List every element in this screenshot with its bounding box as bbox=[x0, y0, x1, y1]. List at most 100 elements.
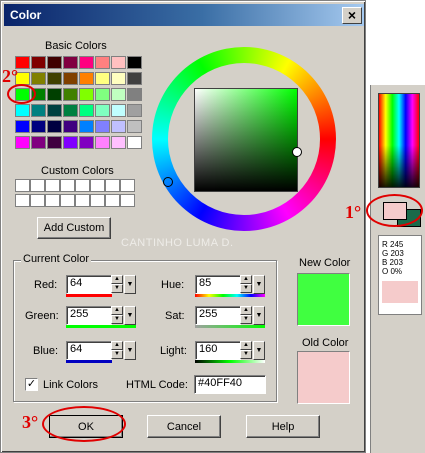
basic-color-swatch[interactable] bbox=[111, 136, 126, 149]
basic-color-swatch[interactable] bbox=[111, 120, 126, 133]
basic-color-swatch[interactable] bbox=[47, 56, 62, 69]
custom-color-slot[interactable] bbox=[15, 179, 30, 192]
red-field[interactable]: 64 bbox=[66, 275, 112, 294]
basic-color-swatch[interactable] bbox=[79, 56, 94, 69]
basic-color-swatch[interactable] bbox=[15, 120, 30, 133]
cancel-button[interactable]: Cancel bbox=[147, 415, 221, 438]
custom-color-slot[interactable] bbox=[45, 179, 60, 192]
custom-color-slot[interactable] bbox=[90, 179, 105, 192]
basic-color-swatch[interactable] bbox=[95, 120, 110, 133]
sat-field[interactable]: 255 bbox=[195, 306, 241, 325]
hue-field[interactable]: 85 bbox=[195, 275, 241, 294]
title-bar[interactable]: Color × bbox=[4, 4, 364, 26]
custom-color-slot[interactable] bbox=[15, 194, 30, 207]
basic-color-swatch[interactable] bbox=[111, 88, 126, 101]
basic-color-swatch[interactable] bbox=[63, 136, 78, 149]
spin-up-icon[interactable]: ▲ bbox=[111, 341, 123, 350]
hue-spinner[interactable]: ▲ ▼ bbox=[240, 275, 252, 294]
basic-color-swatch[interactable] bbox=[79, 72, 94, 85]
basic-color-swatch[interactable] bbox=[31, 136, 46, 149]
basic-color-swatch[interactable] bbox=[127, 104, 142, 117]
basic-color-swatch[interactable] bbox=[127, 72, 142, 85]
custom-color-slot[interactable] bbox=[30, 194, 45, 207]
green-dropdown[interactable]: ▼ bbox=[124, 306, 136, 325]
red-dropdown[interactable]: ▼ bbox=[124, 275, 136, 294]
basic-color-swatch[interactable] bbox=[95, 104, 110, 117]
add-custom-button[interactable]: Add Custom bbox=[37, 217, 111, 239]
basic-color-swatch[interactable] bbox=[63, 56, 78, 69]
green-spinner[interactable]: ▲ ▼ bbox=[111, 306, 123, 325]
basic-color-swatch[interactable] bbox=[95, 136, 110, 149]
basic-color-swatch[interactable] bbox=[47, 88, 62, 101]
custom-color-slot[interactable] bbox=[30, 179, 45, 192]
blue-field[interactable]: 64 bbox=[66, 341, 112, 360]
spin-down-icon[interactable]: ▼ bbox=[240, 284, 252, 293]
basic-color-swatch[interactable] bbox=[111, 104, 126, 117]
blue-dropdown[interactable]: ▼ bbox=[124, 341, 136, 360]
basic-color-swatch[interactable] bbox=[47, 72, 62, 85]
red-spinner[interactable]: ▲ ▼ bbox=[111, 275, 123, 294]
sat-dropdown[interactable]: ▼ bbox=[253, 306, 265, 325]
light-field[interactable]: 160 bbox=[195, 341, 241, 360]
basic-color-swatch[interactable] bbox=[111, 56, 126, 69]
html-code-field[interactable]: #40FF40 bbox=[194, 375, 266, 394]
basic-color-swatch[interactable] bbox=[79, 120, 94, 133]
spin-down-icon[interactable]: ▼ bbox=[111, 315, 123, 324]
basic-color-swatch[interactable] bbox=[95, 56, 110, 69]
spin-up-icon[interactable]: ▲ bbox=[240, 306, 252, 315]
basic-color-swatch[interactable] bbox=[111, 72, 126, 85]
basic-color-swatch[interactable] bbox=[31, 56, 46, 69]
spin-up-icon[interactable]: ▲ bbox=[240, 275, 252, 284]
custom-color-slot[interactable] bbox=[45, 194, 60, 207]
basic-color-swatch[interactable] bbox=[15, 136, 30, 149]
blue-spinner[interactable]: ▲ ▼ bbox=[111, 341, 123, 360]
basic-color-swatch[interactable] bbox=[79, 104, 94, 117]
spin-down-icon[interactable]: ▼ bbox=[111, 284, 123, 293]
basic-color-swatch[interactable] bbox=[31, 72, 46, 85]
custom-color-slot[interactable] bbox=[60, 179, 75, 192]
basic-color-swatch[interactable] bbox=[63, 88, 78, 101]
spin-up-icon[interactable]: ▲ bbox=[111, 275, 123, 284]
custom-color-slot[interactable] bbox=[120, 194, 135, 207]
custom-color-slot[interactable] bbox=[120, 179, 135, 192]
green-field[interactable]: 255 bbox=[66, 306, 112, 325]
basic-color-swatch[interactable] bbox=[63, 120, 78, 133]
link-colors-checkbox[interactable]: ✓ bbox=[25, 378, 38, 391]
spin-down-icon[interactable]: ▼ bbox=[111, 350, 123, 359]
light-spinner[interactable]: ▲ ▼ bbox=[240, 341, 252, 360]
saturation-light-square[interactable] bbox=[194, 88, 298, 192]
custom-color-slot[interactable] bbox=[105, 194, 120, 207]
basic-color-swatch[interactable] bbox=[15, 104, 30, 117]
basic-color-swatch[interactable] bbox=[63, 104, 78, 117]
sat-spinner[interactable]: ▲ ▼ bbox=[240, 306, 252, 325]
help-button[interactable]: Help bbox=[246, 415, 320, 438]
custom-color-slot[interactable] bbox=[60, 194, 75, 207]
light-dropdown[interactable]: ▼ bbox=[253, 341, 265, 360]
basic-color-swatch[interactable] bbox=[79, 136, 94, 149]
hue-marker[interactable] bbox=[163, 177, 173, 187]
custom-color-slot[interactable] bbox=[90, 194, 105, 207]
custom-color-slot[interactable] bbox=[75, 179, 90, 192]
basic-color-swatch[interactable] bbox=[47, 120, 62, 133]
spin-up-icon[interactable]: ▲ bbox=[240, 341, 252, 350]
custom-color-slot[interactable] bbox=[75, 194, 90, 207]
basic-color-swatch[interactable] bbox=[95, 72, 110, 85]
basic-color-swatch[interactable] bbox=[31, 104, 46, 117]
hue-dropdown[interactable]: ▼ bbox=[253, 275, 265, 294]
basic-color-swatch[interactable] bbox=[47, 136, 62, 149]
basic-color-swatch[interactable] bbox=[31, 120, 46, 133]
side-spectrum[interactable] bbox=[378, 93, 420, 188]
custom-color-slot[interactable] bbox=[105, 179, 120, 192]
close-button[interactable]: × bbox=[342, 7, 362, 24]
sat-light-marker[interactable] bbox=[292, 147, 302, 157]
spin-down-icon[interactable]: ▼ bbox=[240, 350, 252, 359]
basic-color-swatch[interactable] bbox=[127, 56, 142, 69]
basic-color-swatch[interactable] bbox=[95, 88, 110, 101]
basic-color-swatch[interactable] bbox=[63, 72, 78, 85]
spin-up-icon[interactable]: ▲ bbox=[111, 306, 123, 315]
spin-down-icon[interactable]: ▼ bbox=[240, 315, 252, 324]
basic-color-swatch[interactable] bbox=[127, 88, 142, 101]
basic-color-swatch[interactable] bbox=[127, 120, 142, 133]
basic-color-swatch[interactable] bbox=[127, 136, 142, 149]
basic-color-swatch[interactable] bbox=[47, 104, 62, 117]
